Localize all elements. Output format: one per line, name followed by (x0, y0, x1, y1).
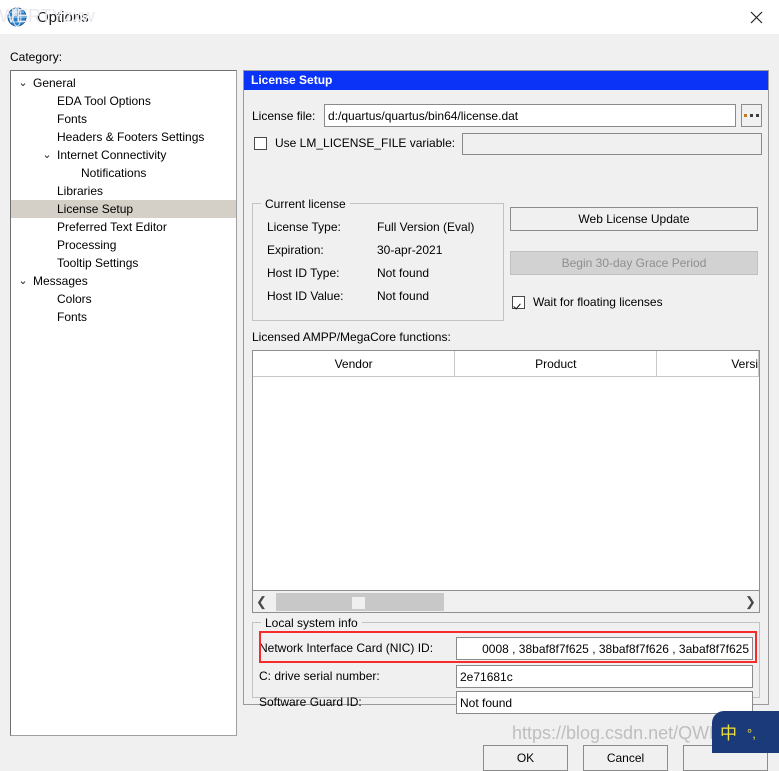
nic-id-input[interactable]: 0008 , 38baf8f7f625 , 38baf8f7f626 , 3ab… (456, 637, 753, 660)
sidebar-item-label: License Setup (57, 202, 134, 216)
current-license-row-value: Not found (377, 266, 430, 280)
sidebar-item-libraries[interactable]: Libraries (11, 182, 236, 200)
scrollbar-track[interactable] (270, 592, 742, 612)
sidebar-item-processing[interactable]: Processing (11, 236, 236, 254)
current-license-row-label: Host ID Value: (267, 289, 344, 303)
local-system-info-group: Local system info Network Interface Card… (252, 616, 760, 714)
current-license-row-label: Expiration: (267, 243, 324, 257)
web-license-update-label: Web License Update (578, 212, 690, 226)
globe-icon (6, 6, 28, 28)
sidebar-item-internet-connectivity[interactable]: ⌄ Internet Connectivity (11, 146, 236, 164)
ok-label: OK (516, 751, 535, 765)
sidebar-item-label: Colors (57, 292, 92, 306)
table-header-row: Vendor Product Versi (253, 351, 759, 377)
chevron-down-icon[interactable]: ⌄ (17, 272, 29, 290)
sidebar-item-label: Processing (57, 238, 117, 252)
sidebar-item-colors[interactable]: Colors (11, 290, 236, 308)
scrollbar-thumb[interactable] (276, 592, 444, 611)
local-system-info-title: Local system info (261, 616, 362, 630)
wait-floating-licenses-label: Wait for floating licenses (533, 295, 663, 309)
table-column-header[interactable]: Product (455, 351, 658, 376)
chevron-down-icon[interactable]: ⌄ (17, 74, 29, 92)
current-license-row-value: 30-apr-2021 (377, 243, 443, 257)
window-titlebar: Options (0, 0, 779, 34)
sidebar-item-label: Tooltip Settings (57, 256, 139, 270)
options-dialog-body: Category: ⌄ General EDA Tool Options Fonts H… (0, 34, 779, 771)
license-file-label: License file: (252, 109, 316, 123)
chevron-down-icon[interactable]: ⌄ (41, 146, 53, 164)
cancel-button[interactable]: Cancel (583, 745, 668, 771)
sidebar-item-label: General (33, 76, 76, 90)
sidebar-item-general[interactable]: ⌄ General (11, 74, 236, 92)
category-label: Category: (10, 50, 63, 64)
begin-grace-period-button[interactable]: Begin 30-day Grace Period (510, 251, 758, 275)
sidebar-item-fonts[interactable]: Fonts (11, 308, 236, 326)
sidebar-item-preferred-text-editor[interactable]: Preferred Text Editor (11, 218, 236, 236)
licensed-functions-label: Licensed AMPP/MegaCore functions: (252, 330, 451, 344)
chevron-left-icon[interactable]: ❮ (253, 592, 270, 612)
sidebar-item-fonts[interactable]: Fonts (11, 110, 236, 128)
sidebar-item-tooltip-settings[interactable]: Tooltip Settings (11, 254, 236, 272)
table-column-header[interactable]: Versi (657, 351, 759, 376)
close-icon[interactable] (733, 0, 779, 34)
use-lm-license-file-label: Use LM_LICENSE_FILE variable: (275, 136, 456, 150)
ime-punctuation-icon[interactable]: °, (747, 727, 756, 740)
current-license-row-label: License Type: (267, 220, 341, 234)
drive-serial-input[interactable]: 2e71681c (456, 665, 753, 688)
sidebar-item-label: Notifications (81, 166, 147, 180)
cancel-label: Cancel (606, 751, 645, 765)
web-license-update-button[interactable]: Web License Update (510, 207, 758, 231)
use-lm-license-file-checkbox[interactable] (254, 137, 267, 150)
current-license-row-value: Not found (377, 289, 430, 303)
current-license-row-value: Full Version (Eval) (377, 220, 475, 234)
lm-license-file-input[interactable] (462, 133, 762, 155)
ellipsis-icon (744, 114, 759, 117)
sidebar-item-label: Internet Connectivity (57, 148, 167, 162)
sidebar-item-license-setup[interactable]: License Setup (11, 200, 236, 218)
wait-floating-licenses-checkbox[interactable] (512, 296, 525, 309)
sidebar-item-label: Fonts (57, 310, 88, 324)
license-setup-panel: License Setup License file: d:/quartus/q… (243, 70, 769, 714)
begin-grace-period-label: Begin 30-day Grace Period (561, 256, 707, 270)
sidebar-item-messages[interactable]: ⌄ Messages (11, 272, 236, 290)
license-file-input[interactable]: d:/quartus/quartus/bin64/license.dat (324, 104, 736, 127)
sidebar-item-label: Messages (33, 274, 88, 288)
scrollbar-grip (352, 596, 365, 609)
table-column-header[interactable]: Vendor (253, 351, 456, 376)
local-system-info-label: Software Guard ID: (259, 695, 362, 709)
local-system-info-label: C: drive serial number: (259, 669, 380, 683)
category-tree[interactable]: ⌄ General EDA Tool Options Fonts Headers & F… (10, 70, 237, 736)
sidebar-item-label: Libraries (57, 184, 104, 198)
sidebar-item-label: EDA Tool Options (57, 94, 151, 108)
browse-button[interactable] (741, 104, 762, 127)
local-system-info-label: Network Interface Card (NIC) ID: (259, 641, 434, 655)
sidebar-item-label: Preferred Text Editor (57, 220, 167, 234)
sidebar-item-label: Headers & Footers Settings (57, 130, 205, 144)
sidebar-item-notifications[interactable]: Notifications (11, 164, 236, 182)
ime-chinese-mode-icon[interactable]: 中 (720, 725, 737, 742)
software-guard-id-input[interactable]: Not found (456, 691, 753, 714)
sidebar-item-eda-tool-options[interactable]: EDA Tool Options (11, 92, 236, 110)
ime-language-bar[interactable]: 中 °, (712, 711, 779, 753)
sidebar-item-headers-footers-settings[interactable]: Headers & Footers Settings (11, 128, 236, 146)
table-horizontal-scrollbar[interactable]: ❮ ❯ (252, 591, 760, 613)
window-title: Options (37, 8, 89, 26)
current-license-group: Current license License Type: Full Versio… (252, 197, 504, 321)
current-license-title: Current license (261, 197, 350, 211)
chevron-right-icon[interactable]: ❯ (742, 592, 759, 612)
current-license-row-label: Host ID Type: (267, 266, 340, 280)
sidebar-item-label: Fonts (57, 112, 88, 126)
ok-button[interactable]: OK (483, 745, 568, 771)
panel-title: License Setup (244, 71, 768, 90)
licensed-functions-table[interactable]: Vendor Product Versi (252, 350, 760, 591)
